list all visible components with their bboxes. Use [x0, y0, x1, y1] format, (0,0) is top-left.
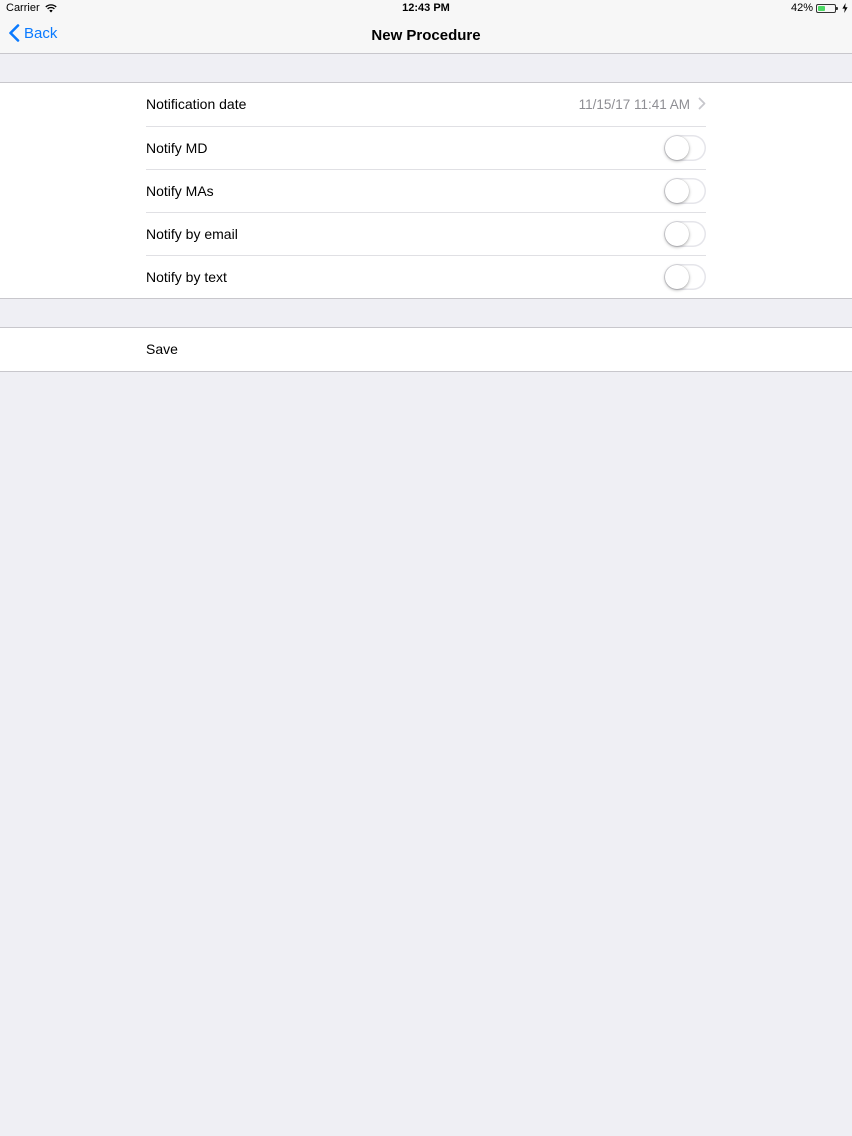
notify-mas-label: Notify MAs	[146, 183, 214, 199]
status-bar: Carrier 12:43 PM 42%	[0, 0, 852, 18]
notification-date-row[interactable]: Notification date 11/15/17 11:41 AM	[146, 83, 706, 126]
toggle-knob	[665, 265, 689, 289]
status-time: 12:43 PM	[402, 2, 450, 14]
battery-fill	[818, 5, 825, 11]
notification-date-label: Notification date	[146, 96, 247, 112]
save-button[interactable]: Save	[146, 328, 852, 371]
notify-md-toggle[interactable]	[664, 135, 706, 161]
toggle-knob	[665, 179, 689, 203]
status-right: 42%	[791, 2, 848, 14]
notification-date-value: 11/15/17 11:41 AM	[578, 97, 690, 112]
notify-mas-toggle[interactable]	[664, 178, 706, 204]
toggle-knob	[665, 222, 689, 246]
notify-text-row: Notify by text	[146, 255, 706, 298]
notify-md-label: Notify MD	[146, 140, 208, 156]
chevron-right-icon	[698, 97, 706, 110]
notify-email-label: Notify by email	[146, 226, 238, 242]
save-label: Save	[146, 341, 178, 357]
notify-text-toggle[interactable]	[664, 264, 706, 290]
battery-percent: 42%	[790, 2, 813, 14]
toggle-knob	[665, 136, 689, 160]
notification-settings-section: Notification date 11/15/17 11:41 AM Noti…	[0, 82, 852, 299]
notify-md-row: Notify MD	[146, 126, 706, 169]
battery-icon	[816, 3, 838, 13]
page-title: New Procedure	[371, 27, 481, 44]
notify-text-label: Notify by text	[146, 269, 227, 285]
notify-email-row: Notify by email	[146, 212, 706, 255]
actions-section: Save	[0, 327, 852, 372]
notify-mas-row: Notify MAs	[146, 169, 706, 212]
charging-icon	[842, 3, 848, 13]
navigation-bar: Back New Procedure	[0, 18, 852, 54]
notify-email-toggle[interactable]	[664, 221, 706, 247]
